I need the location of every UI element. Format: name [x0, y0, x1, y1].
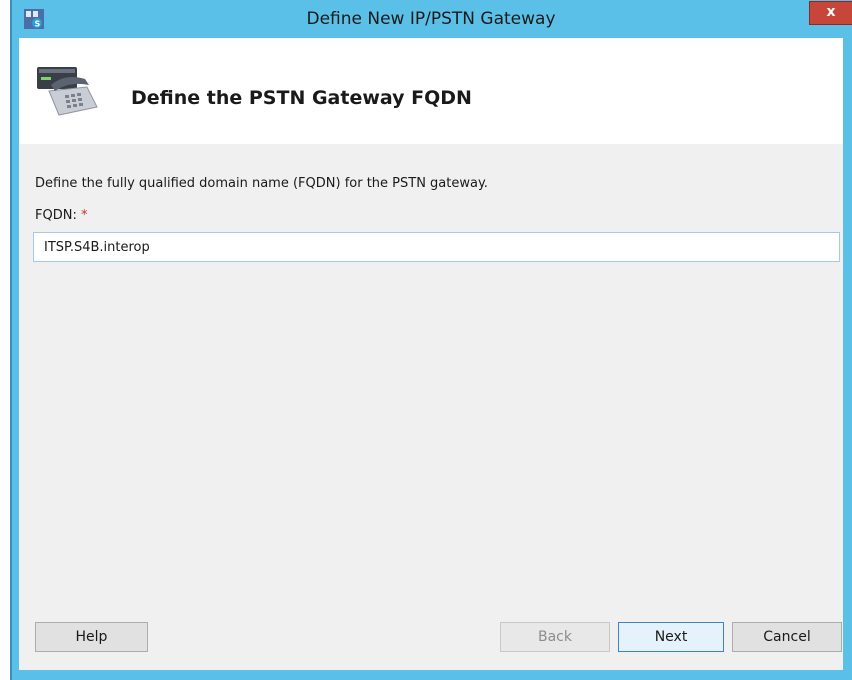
window-left-edge	[10, 0, 12, 680]
required-marker: *	[80, 208, 88, 223]
back-button[interactable]: Back	[500, 622, 610, 652]
fqdn-input[interactable]	[33, 232, 840, 262]
dialog-window: S Define New IP/PSTN Gateway x Define th…	[10, 0, 852, 680]
next-button[interactable]: Next	[618, 622, 724, 652]
close-button[interactable]: x	[809, 1, 852, 25]
instruction-text: Define the fully qualified domain name (…	[35, 176, 488, 191]
telephone-gateway-icon	[37, 67, 98, 116]
fqdn-label: FQDN: *	[35, 208, 87, 223]
fqdn-label-text: FQDN:	[35, 208, 77, 223]
close-icon: x	[826, 4, 836, 20]
cancel-button[interactable]: Cancel	[732, 622, 842, 652]
wizard-content: Define the fully qualified domain name (…	[19, 144, 843, 670]
window-title: Define New IP/PSTN Gateway	[306, 9, 556, 29]
wizard-header: Define the PSTN Gateway FQDN	[19, 38, 843, 144]
help-button[interactable]: Help	[35, 622, 148, 652]
page-heading: Define the PSTN Gateway FQDN	[131, 87, 472, 109]
title-bar[interactable]: S Define New IP/PSTN Gateway x	[10, 0, 852, 38]
